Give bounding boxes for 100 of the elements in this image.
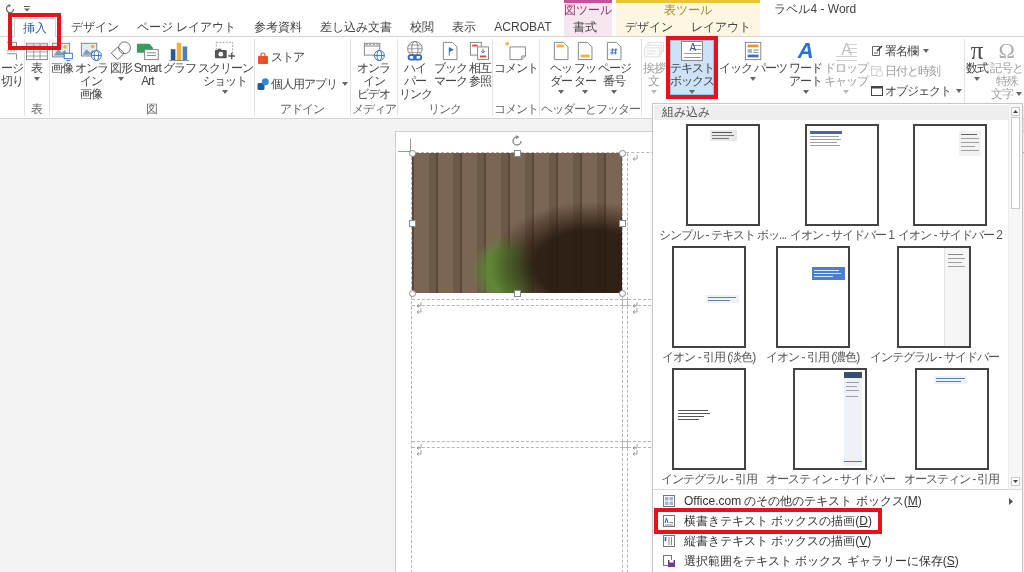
contextual-tab[interactable]: デザイン — [616, 18, 683, 36]
template-thumbnail[interactable] — [775, 246, 850, 348]
ribbon-tab[interactable]: 参考資料 — [245, 18, 312, 36]
template-thumbnail[interactable] — [913, 124, 988, 226]
contextual-tab[interactable]: 書式 — [564, 18, 607, 36]
table-button[interactable]: 表 — [26, 40, 48, 82]
header-button[interactable]: ヘッダー — [549, 40, 572, 95]
ribbon-tab[interactable]: デザイン — [62, 18, 128, 36]
my-apps-button[interactable]: 個人用アプリ — [255, 75, 349, 94]
page-break-button[interactable]: ージ切り — [1, 40, 23, 89]
template-name: イオン - 引用 (濃色) — [766, 350, 860, 364]
omega-icon: Ω — [998, 41, 1015, 61]
equation-button[interactable]: π 数式 — [966, 40, 989, 82]
grid-icon — [663, 495, 675, 507]
page-header-icon — [552, 41, 569, 61]
template-name: シンプル - テキスト ボッ... — [659, 228, 787, 242]
rotate-handle-icon[interactable] — [511, 135, 523, 147]
comment-button[interactable]: コメント — [493, 40, 538, 76]
contextual-group-label: 図ツール — [564, 3, 613, 18]
window-title: ラベル4 - Word — [773, 1, 858, 18]
stacked-pages-icon — [642, 41, 665, 61]
resize-handle-icon[interactable] — [513, 289, 521, 297]
signature-line-button[interactable]: 署名欄 — [870, 42, 931, 60]
bar-chart-icon — [169, 41, 190, 61]
footer-button[interactable]: フッター — [573, 40, 596, 95]
resize-handle-icon[interactable] — [513, 149, 521, 157]
cross-reference-button[interactable]: 相互参照 — [468, 40, 491, 89]
resize-handle-icon[interactable] — [618, 219, 626, 227]
menu-item[interactable]: Office.com のその他のテキスト ボックス(M) — [663, 495, 924, 507]
page-footer-icon — [576, 41, 593, 61]
template-thumbnail[interactable] — [914, 368, 989, 470]
online-video-button[interactable]: オンラインビデオ — [357, 40, 391, 102]
wordart-button[interactable]: A ワードアート — [789, 40, 823, 95]
screenshot-button[interactable]: スクリーンショット — [197, 40, 253, 95]
template-thumbnail[interactable] — [672, 368, 747, 470]
chart-button[interactable]: グラフ — [162, 40, 196, 76]
smartart-button[interactable]: SmartArt — [133, 40, 161, 89]
page-pen-icon — [871, 45, 884, 57]
sticky-note-icon — [504, 41, 527, 61]
square-circle-icon — [256, 78, 269, 91]
two-pages-arrow-icon — [468, 41, 491, 61]
page-break-icon — [6, 41, 18, 61]
text-box-icon — [663, 515, 675, 527]
customize-caret-icon[interactable] — [24, 6, 30, 12]
gallery-section-heading: 組み込み — [654, 105, 1008, 120]
vertical-text-box-icon — [663, 535, 675, 547]
ribbon-tab[interactable]: 挿入 — [14, 18, 56, 37]
scroll-down-icon[interactable] — [1011, 477, 1020, 486]
scrollbar-thumb[interactable] — [1011, 117, 1020, 209]
hyperlink-button[interactable]: ハイパーリンク — [398, 40, 432, 102]
store-button[interactable]: ストア — [255, 48, 305, 67]
quick-parts-button[interactable]: イック パーツ — [718, 40, 788, 82]
menu-item[interactable]: 縦書きテキスト ボックスの描画(V) — [663, 535, 874, 547]
ribbon-tab[interactable]: 表示 — [443, 18, 486, 36]
drop-cap-icon: A — [835, 41, 858, 61]
object-button[interactable]: オブジェクト — [870, 82, 964, 100]
picture-icon — [50, 41, 73, 61]
text-box-icon: A — [680, 41, 703, 61]
document-blocks-icon — [743, 41, 763, 61]
template-name: インテグラル - 引用 — [661, 472, 758, 486]
template-thumbnail[interactable] — [793, 368, 868, 470]
ribbon-tab[interactable]: ACROBAT — [485, 18, 561, 36]
ribbon-tab[interactable]: 差し込み文書 — [311, 18, 402, 36]
corner-mark-icon — [398, 139, 411, 152]
scroll-up-icon[interactable] — [1011, 107, 1020, 116]
text-box-button[interactable]: A テキストボックス — [669, 40, 714, 95]
template-name: イオン - サイドバー 1 — [790, 228, 894, 242]
menu-item[interactable]: 選択範囲をテキスト ボックス ギャラリーに保存(S) — [663, 555, 961, 567]
ribbon-group-label: リンク — [427, 102, 463, 116]
template-thumbnail[interactable] — [685, 124, 760, 226]
ribbon-group-label: ヘッダーとフッター — [540, 102, 640, 116]
template-name: オースティン - サイドバー — [766, 472, 895, 486]
window-icon — [871, 85, 884, 97]
page-hash-icon — [606, 41, 623, 61]
resize-handle-icon[interactable] — [408, 289, 416, 297]
resize-handle-icon[interactable] — [408, 219, 416, 227]
film-globe-icon — [362, 41, 385, 61]
ribbon-group-label: 図 — [145, 102, 159, 116]
contextual-tab[interactable]: レイアウト — [682, 18, 761, 36]
online-pictures-button[interactable]: オンライン画像 — [74, 40, 108, 102]
resize-handle-icon[interactable] — [408, 149, 416, 157]
resize-handle-icon[interactable] — [618, 149, 626, 157]
template-name: イオン - 引用 (淡色) — [662, 350, 756, 364]
circular-arrow-icon[interactable] — [5, 4, 15, 14]
shapes-icon — [109, 41, 132, 61]
ribbon-tab[interactable]: 校閲 — [401, 18, 444, 36]
ribbon-tab[interactable]: ページ レイアウト — [128, 18, 246, 36]
resize-handle-icon[interactable] — [618, 289, 626, 297]
template-thumbnail[interactable] — [897, 246, 972, 348]
ribbon-group-label: 表 — [30, 102, 44, 116]
template-thumbnail[interactable] — [671, 246, 746, 348]
page-number-button[interactable]: ページ番号 — [597, 40, 631, 95]
ribbon-group-label: アドイン — [279, 102, 326, 116]
pictures-button[interactable]: 画像 — [50, 40, 73, 76]
menu-item[interactable]: 横書きテキスト ボックスの描画(D) — [663, 515, 874, 527]
paragraph-mark-icon — [632, 155, 638, 161]
save-icon — [663, 555, 675, 567]
shapes-button[interactable]: 図形 — [109, 40, 132, 82]
bookmark-button[interactable]: ブックマーク — [433, 40, 467, 89]
template-thumbnail[interactable] — [805, 124, 880, 226]
